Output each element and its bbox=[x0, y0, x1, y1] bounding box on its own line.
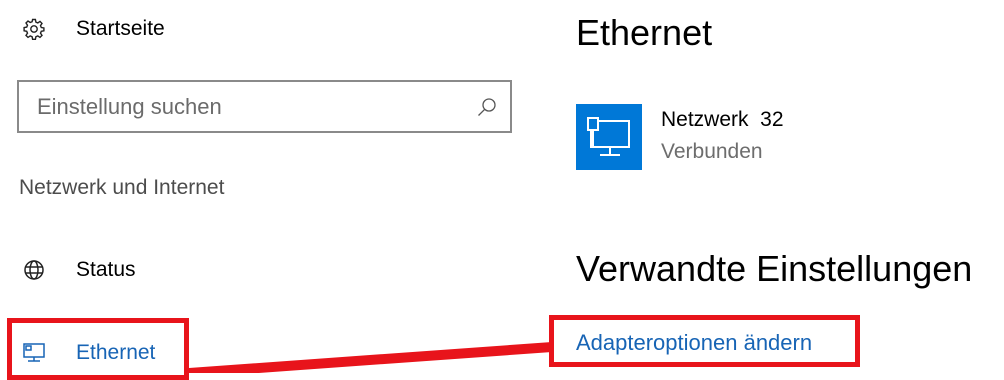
sidebar-item-status[interactable]: Status bbox=[22, 250, 136, 290]
home-label: Startseite bbox=[76, 17, 165, 40]
annotation-box-ethernet bbox=[7, 318, 189, 380]
sidebar-item-label: Status bbox=[76, 258, 136, 281]
section-title: Netzwerk und Internet bbox=[19, 176, 225, 199]
annotation-box-adapter bbox=[549, 315, 860, 367]
gear-icon bbox=[22, 17, 46, 41]
network-name: Netzwerk 32 bbox=[661, 108, 784, 131]
page-title: Ethernet bbox=[576, 12, 713, 53]
search-input[interactable] bbox=[19, 82, 476, 131]
related-settings-title: Verwandte Einstellungen bbox=[576, 248, 973, 289]
search-icon[interactable] bbox=[476, 96, 498, 118]
settings-search-box[interactable] bbox=[17, 80, 512, 133]
network-status: Verbunden bbox=[661, 140, 763, 163]
ethernet-monitor-icon bbox=[576, 104, 642, 170]
globe-icon bbox=[22, 258, 46, 282]
network-connection[interactable]: Netzwerk 32 Verbunden bbox=[576, 104, 784, 170]
home-link[interactable]: Startseite bbox=[22, 12, 165, 46]
